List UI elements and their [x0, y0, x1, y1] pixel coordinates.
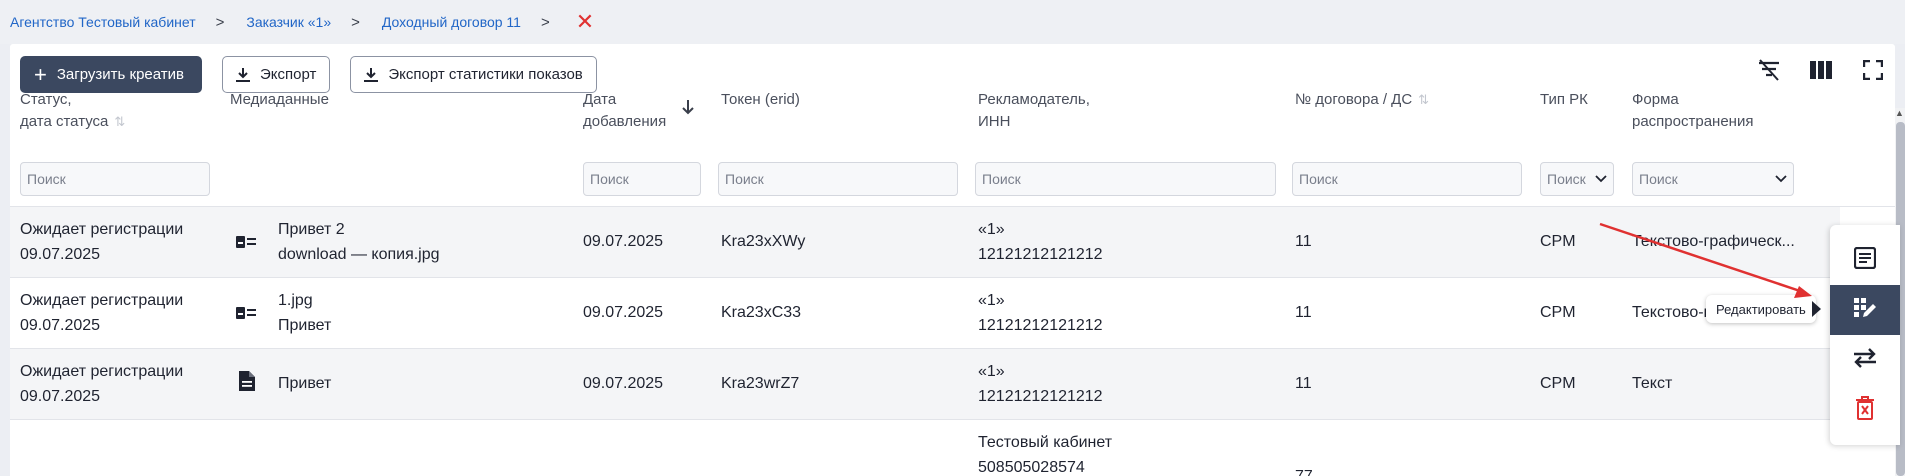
annotation-arrow	[1599, 222, 1812, 298]
